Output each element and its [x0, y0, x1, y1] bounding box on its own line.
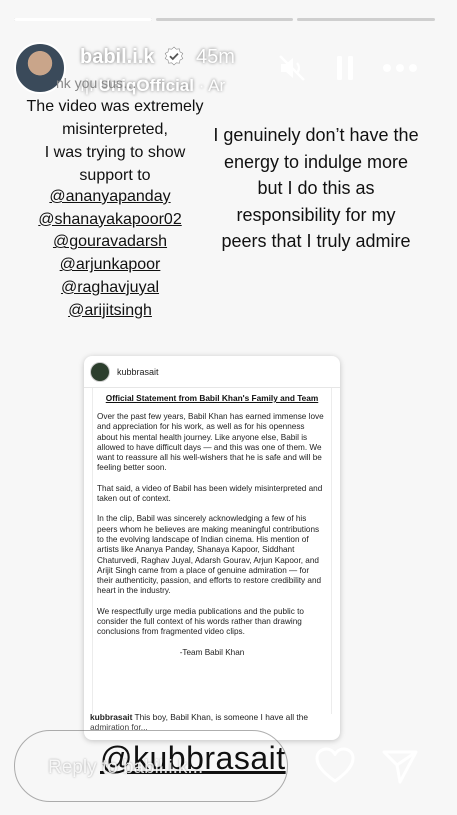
left-text-line-4: support to: [79, 167, 151, 184]
left-text-line-2: misinterpreted,: [62, 121, 168, 138]
right-text-line-4: responsibility for my: [236, 204, 396, 225]
progress-segment-1: [14, 18, 152, 21]
mention-link[interactable]: @raghavjuyal: [0, 277, 220, 300]
statement-signature: -Team Babil Khan: [179, 647, 245, 657]
card-avatar: [90, 361, 110, 382]
statement-paragraph: We respectfully urge media publications …: [97, 606, 304, 637]
statement-document: Official Statement from Babil Khan's Fam…: [92, 388, 332, 714]
statement-paragraph: Over the past few years, Babil Khan has …: [97, 412, 324, 473]
right-text-line-5: peers that I truly admire: [221, 231, 411, 251]
mute-icon: [279, 55, 305, 81]
caption-username: kubbrasait: [90, 712, 133, 722]
mention-link[interactable]: @shanayakapoor02: [0, 209, 220, 232]
mention-link[interactable]: @ananyapanday: [0, 186, 220, 209]
reply-placeholder: Reply to babil.i.k...: [48, 757, 204, 778]
faded-text: nk you sus…: [56, 75, 137, 91]
card-username: kubbrasait: [117, 366, 159, 377]
story-progress: [14, 18, 436, 21]
left-story-text: nk you sus… The video was extremely misi…: [0, 72, 230, 187]
right-text-line-3: but I do this as: [257, 178, 375, 198]
right-text-line-2: energy to indulge more: [223, 151, 409, 172]
progress-fill-1: [14, 18, 152, 21]
card-header: kubbrasait: [84, 356, 340, 388]
statement-paragraph: In the clip, Babil was sincerely acknowl…: [97, 514, 322, 596]
caption-text: This boy, Babil Khan, is someone I have …: [132, 712, 309, 722]
more-icon: [383, 64, 417, 72]
card-caption: kubbrasait This boy, Babil Khan, is some…: [90, 712, 334, 732]
send-icon[interactable]: [380, 746, 420, 786]
mention-list: @ananyapanday @shanayakapoor02 @gouravad…: [0, 186, 220, 322]
like-heart-icon[interactable]: [314, 746, 356, 786]
username[interactable]: babil.i.k: [80, 46, 154, 69]
post-time: 45m: [196, 46, 235, 68]
shared-post-card[interactable]: kubbrasait Official Statement from Babil…: [84, 356, 340, 740]
pause-icon: [337, 56, 353, 80]
statement-title: Official Statement from Babil Khan's Fam…: [105, 393, 319, 403]
left-text-line-1: The video was extremely: [26, 98, 204, 115]
mute-button[interactable]: [274, 50, 310, 86]
progress-segment-2: [155, 18, 294, 21]
left-text-line-3: I was trying to show: [44, 144, 186, 161]
right-text-line-1: I genuinely don’t have the: [213, 125, 419, 145]
statement-paragraph: That said, a video of Babil has been wid…: [97, 483, 323, 504]
mention-link[interactable]: @arijitsingh: [0, 300, 220, 323]
pause-button[interactable]: [327, 50, 363, 86]
more-options-button[interactable]: [382, 50, 418, 86]
mention-link[interactable]: @arjunkapoor: [0, 254, 220, 277]
right-story-text: I genuinely don’t have the energy to ind…: [198, 122, 434, 255]
progress-segment-3: [297, 18, 436, 21]
mention-link[interactable]: @gouravadarsh: [0, 231, 220, 254]
verified-badge-icon: [164, 46, 184, 66]
